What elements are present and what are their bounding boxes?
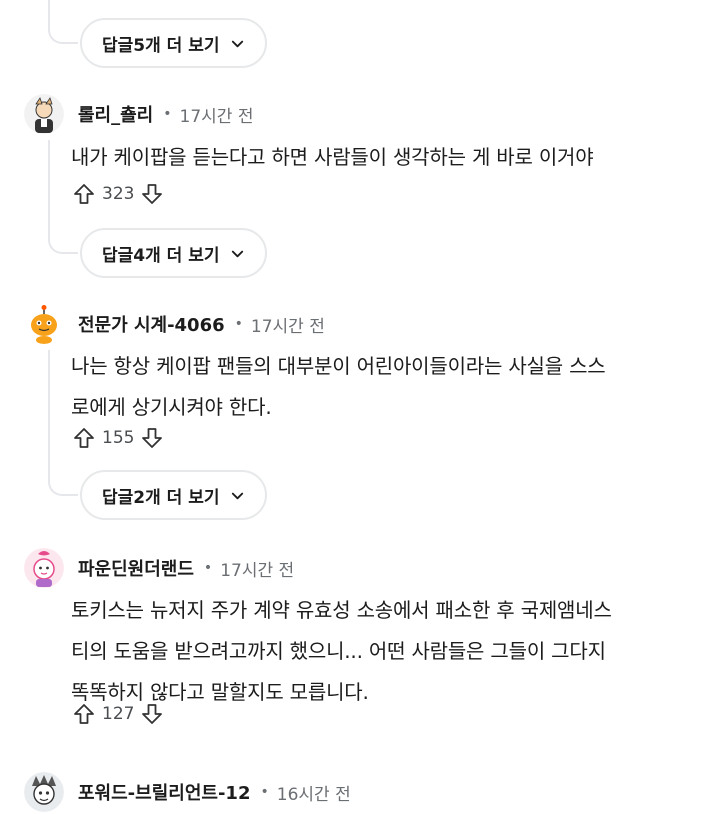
vote-bar: 323	[72, 182, 164, 206]
author-name[interactable]: 파운딘원더랜드	[78, 555, 194, 581]
comment: 파운딘원더랜드 • 17시간 전 토키스는 뉴저지 주가 계약 유효성 소송에서 …	[24, 546, 694, 713]
comment: 롤리_춀리 • 17시간 전 내가 케이팝을 듣는다고 하면 사람들이 생각하는 …	[24, 92, 694, 178]
downvote-icon[interactable]	[140, 182, 164, 206]
comment-line: 티의 도움을 받으려고까지 했으니... 어떤 사람들은 그들이 그다지	[71, 639, 606, 663]
chevron-down-icon	[231, 250, 243, 257]
timestamp: • 17시간 전	[163, 106, 254, 127]
timestamp: • 17시간 전	[234, 316, 325, 337]
avatar[interactable]	[24, 548, 64, 588]
upvote-icon[interactable]	[72, 702, 96, 726]
downvote-icon[interactable]	[140, 702, 164, 726]
vote-bar: 155	[72, 426, 164, 450]
vote-bar: 127	[72, 702, 164, 726]
comment-body: 토키스는 뉴저지 주가 계약 유효성 소송에서 패소한 후 국제앰네스 티의 도…	[71, 590, 694, 713]
thread-elbow	[48, 474, 78, 496]
more-replies-label: 답글2개 더 보기	[102, 487, 220, 508]
timestamp: • 17시간 전	[203, 560, 295, 581]
author-name[interactable]: 롤리_춀리	[78, 101, 153, 127]
chevron-down-icon	[231, 492, 243, 499]
avatar[interactable]	[24, 772, 64, 812]
thread-elbow	[48, 22, 78, 44]
comment: 전문가 시계-4066 • 17시간 전 나는 항상 케이팝 팬들의 대부분이 어…	[24, 302, 694, 428]
chevron-down-icon	[231, 40, 243, 47]
thread-line	[48, 0, 50, 22]
more-replies-label: 답글4개 더 보기	[102, 245, 220, 266]
vote-count: 323	[102, 184, 135, 204]
comment-line: 내가 케이팝을 듣는다고 하면 사람들이 생각하는 게 바로 이거야	[71, 145, 594, 169]
avatar[interactable]	[24, 94, 64, 134]
vote-count: 155	[102, 428, 135, 448]
author-name[interactable]: 전문가 시계-4066	[78, 311, 225, 337]
downvote-icon[interactable]	[140, 426, 164, 450]
comment-line: 나는 항상 케이팝 팬들의 대부분이 어린아이들이라는 사실을 스스	[71, 354, 606, 378]
thread-elbow	[48, 232, 78, 254]
upvote-icon[interactable]	[72, 182, 96, 206]
vote-count: 127	[102, 704, 135, 724]
comment-body: 나는 항상 케이팝 팬들의 대부분이 어린아이들이라는 사실을 스스 로에게 상…	[71, 346, 694, 428]
timestamp: • 16시간 전	[260, 784, 351, 805]
more-replies-button[interactable]: 답글2개 더 보기	[80, 470, 267, 520]
comment-body: 내가 케이팝을 듣는다고 하면 사람들이 생각하는 게 바로 이거야	[71, 137, 694, 178]
comment: 포워드-브릴리언트-12 • 16시간 전	[24, 770, 694, 814]
upvote-icon[interactable]	[72, 426, 96, 450]
more-replies-label: 답글5개 더 보기	[102, 35, 220, 56]
avatar[interactable]	[24, 304, 64, 344]
author-name[interactable]: 포워드-브릴리언트-12	[78, 779, 250, 805]
comment-line: 로에게 상기시켜야 한다.	[71, 395, 272, 419]
more-replies-button[interactable]: 답글4개 더 보기	[80, 228, 267, 278]
comment-line: 토키스는 뉴저지 주가 계약 유효성 소송에서 패소한 후 국제앰네스	[71, 598, 612, 622]
more-replies-button[interactable]: 답글5개 더 보기	[80, 18, 267, 68]
